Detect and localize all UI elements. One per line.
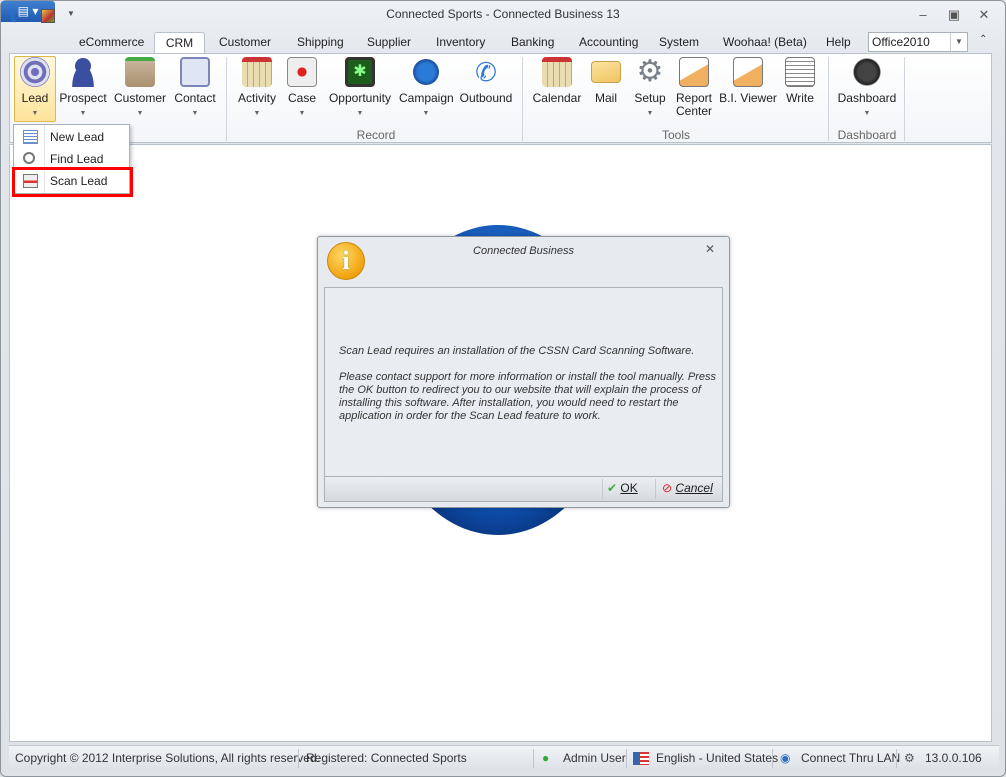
restore-button[interactable]: ▣ <box>942 5 966 25</box>
tab-customer[interactable]: Customer <box>211 32 279 53</box>
tab-inventory[interactable]: Inventory <box>428 32 493 53</box>
ok-button[interactable]: ✔ OK <box>607 481 638 495</box>
magnifier-icon <box>23 152 35 164</box>
new-document-icon <box>23 130 38 144</box>
ribbon-separator <box>226 57 227 141</box>
tab-woohaa[interactable]: Woohaa! (Beta) <box>715 32 815 53</box>
contact-card-icon <box>180 57 210 87</box>
dialog-message-primary: Scan Lead requires an installation of th… <box>339 345 695 357</box>
theme-select[interactable]: Office2010 ▼ <box>868 32 968 52</box>
menu-item-new-lead[interactable]: New Lead <box>14 126 129 148</box>
write-button[interactable]: Write <box>781 57 819 105</box>
chart-plus-icon <box>733 57 763 87</box>
tab-supplier[interactable]: Supplier <box>359 32 419 53</box>
gear-icon: ⚙ <box>636 55 664 88</box>
tab-banking[interactable]: Banking <box>503 32 562 53</box>
dialog-footer: ✔ OK ⊘ Cancel <box>324 477 723 502</box>
setup-button[interactable]: ⚙ Setup ▼ <box>631 57 669 120</box>
customer-button[interactable]: Customer ▼ <box>113 57 167 120</box>
ribbon-separator <box>522 57 523 141</box>
us-flag-icon <box>633 752 649 765</box>
status-registered: Registered: Connected Sports <box>306 751 467 765</box>
network-globe-icon: ◉ <box>780 751 791 765</box>
info-dialog: i Connected Business ✕ Scan Lead require… <box>317 236 730 508</box>
tab-crm[interactable]: CRM <box>154 32 205 54</box>
app-window: ⟪ ▼ Connected Sports - Connected Busines… <box>0 0 1006 777</box>
scan-lead-highlight <box>12 167 133 197</box>
dialog-body: Scan Lead requires an installation of th… <box>324 287 723 477</box>
phone-icon: ✆ <box>475 57 497 87</box>
contact-button[interactable]: Contact ▼ <box>171 57 219 120</box>
window-title: Connected Sports - Connected Business 13 <box>386 7 620 21</box>
calendar-check-icon <box>242 57 272 87</box>
dashboard-button[interactable]: Dashboard ▼ <box>835 57 899 120</box>
tab-ecommerce[interactable]: eCommerce <box>71 32 152 53</box>
version-gear-icon: ⚙ <box>904 751 915 765</box>
tab-accounting[interactable]: Accounting <box>571 32 646 53</box>
tab-shipping[interactable]: Shipping <box>289 32 352 53</box>
collapse-ribbon-icon[interactable]: ⌃ <box>979 34 987 45</box>
cancel-button[interactable]: ⊘ Cancel <box>662 481 713 495</box>
cancel-icon: ⊘ <box>662 481 673 495</box>
case-button[interactable]: Case ▼ <box>285 57 319 120</box>
campaign-button[interactable]: Campaign ▼ <box>399 57 454 120</box>
group-label-dashboard: Dashboard <box>837 128 897 142</box>
activity-button[interactable]: Activity ▼ <box>232 57 282 120</box>
opportunity-button[interactable]: ✱ Opportunity ▼ <box>327 57 393 120</box>
megaphone-icon <box>411 57 441 87</box>
dialog-title: Connected Business <box>473 245 574 257</box>
outbound-button[interactable]: ✆ Outbound <box>459 57 513 105</box>
gauge-icon <box>852 57 882 87</box>
status-user: Admin User <box>563 751 626 765</box>
first-aid-kit-icon <box>287 57 317 87</box>
status-language: English - United States <box>656 751 779 765</box>
checkmark-icon: ✔ <box>607 481 618 495</box>
status-bar: Copyright © 2012 Interprise Solutions, A… <box>9 745 999 770</box>
lead-button[interactable]: Lead ▼ <box>15 57 55 120</box>
status-version: 13.0.0.106 <box>925 751 982 765</box>
report-chart-icon <box>679 57 709 87</box>
chevron-down-icon[interactable]: ▼ <box>950 33 967 51</box>
target-icon <box>20 57 50 87</box>
calendar-icon <box>542 57 572 87</box>
tab-help[interactable]: Help <box>818 32 859 53</box>
dialog-close-button[interactable]: ✕ <box>705 242 715 256</box>
user-icon: ● <box>542 751 550 765</box>
theme-select-value: Office2010 <box>872 35 930 49</box>
group-label-record: Record <box>356 128 396 142</box>
envelope-icon <box>591 61 621 83</box>
prospect-button[interactable]: Prospect ▼ <box>58 57 108 120</box>
document-pencil-icon <box>785 57 815 87</box>
report-center-button[interactable]: Report Center <box>673 57 715 118</box>
tab-system[interactable]: System <box>651 32 707 53</box>
minimize-button[interactable]: – <box>911 5 935 25</box>
mail-button[interactable]: Mail <box>589 57 623 105</box>
person-icon <box>68 57 98 87</box>
dialog-message-detail: Please contact support for more informat… <box>339 371 717 422</box>
calendar-button[interactable]: Calendar <box>531 57 583 105</box>
group-label-tools: Tools <box>661 128 690 142</box>
close-button[interactable]: ✕ <box>972 5 996 25</box>
exit-sign-icon: ✱ <box>345 57 375 87</box>
status-connection: Connect Thru LAN <box>801 751 901 765</box>
shopping-bag-icon <box>125 57 155 87</box>
bi-viewer-button[interactable]: B.I. Viewer <box>719 57 777 105</box>
status-copyright: Copyright © 2012 Interprise Solutions, A… <box>15 751 320 765</box>
